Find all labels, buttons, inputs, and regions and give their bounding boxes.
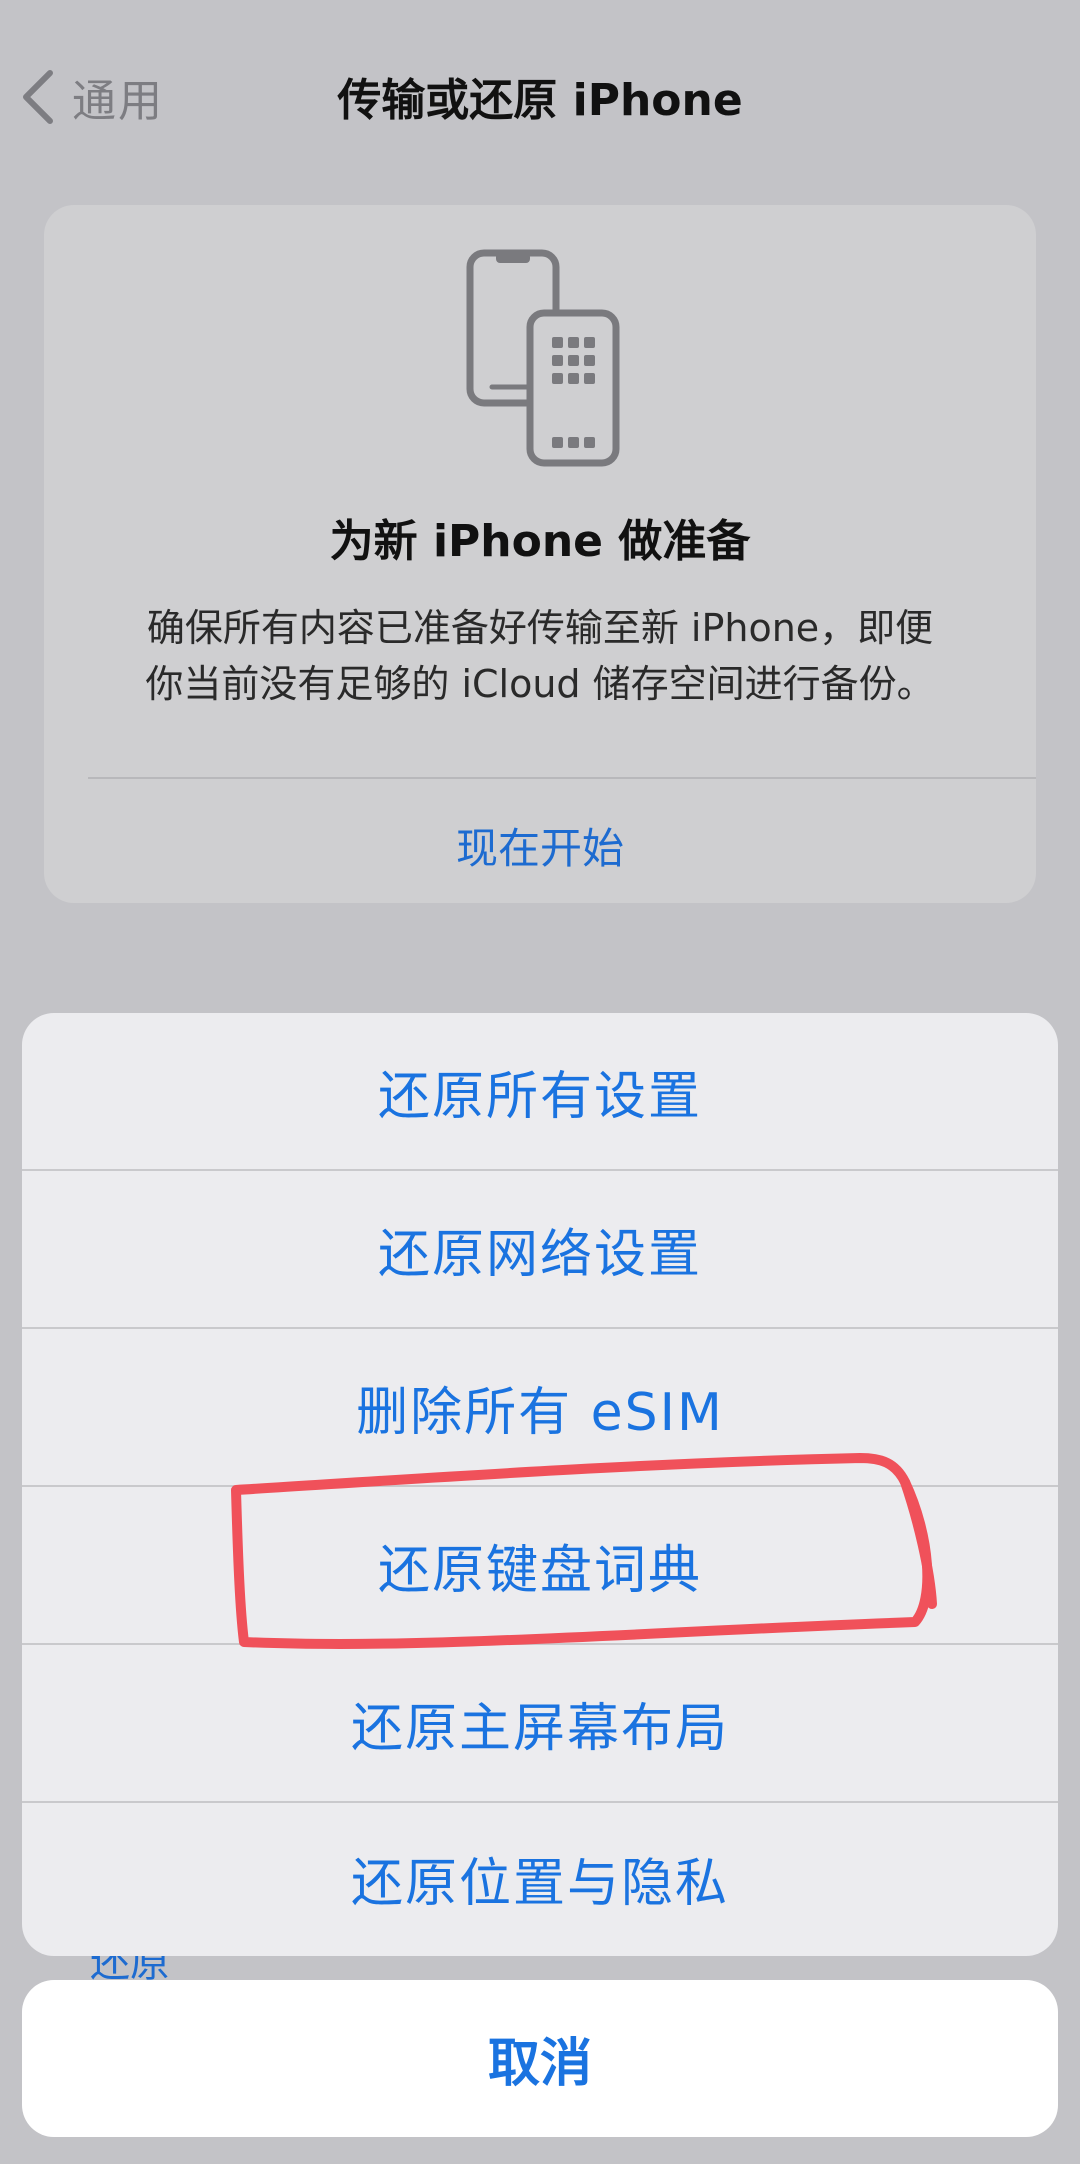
navigation-bar: 通用 传输或还原 iPhone (0, 0, 1080, 190)
delete-all-esim-button[interactable]: 删除所有 eSIM (22, 1329, 1058, 1485)
reset-action-sheet: 还原所有设置 还原网络设置 删除所有 eSIM 还原键盘词典 还原主屏幕布局 还… (22, 1013, 1058, 1956)
card-divider (88, 777, 1036, 779)
reset-home-screen-layout-button[interactable]: 还原主屏幕布局 (22, 1645, 1058, 1801)
reset-all-settings-button[interactable]: 还原所有设置 (22, 1013, 1058, 1169)
card-title: 为新 iPhone 做准备 (329, 516, 751, 567)
page-title: 传输或还原 iPhone (337, 75, 743, 126)
cancel-button[interactable]: 取消 (22, 1980, 1058, 2137)
card-description-line: 你当前没有足够的 iCloud 储存空间进行备份。 (145, 662, 935, 706)
transfer-phones-icon (466, 249, 620, 467)
card-description-line: 确保所有内容已准备好传输至新 iPhone，即便 (146, 606, 934, 650)
reset-keyboard-dictionary-button[interactable]: 还原键盘词典 (22, 1487, 1058, 1643)
prepare-new-iphone-card: 为新 iPhone 做准备 确保所有内容已准备好传输至新 iPhone，即便 你… (44, 205, 1036, 903)
reset-location-privacy-button[interactable]: 还原位置与隐私 (22, 1800, 1058, 1956)
start-now-link[interactable]: 现在开始 (44, 815, 1036, 876)
card-description: 确保所有内容已准备好传输至新 iPhone，即便 你当前没有足够的 iCloud… (104, 600, 976, 712)
reset-network-settings-button[interactable]: 还原网络设置 (22, 1171, 1058, 1327)
